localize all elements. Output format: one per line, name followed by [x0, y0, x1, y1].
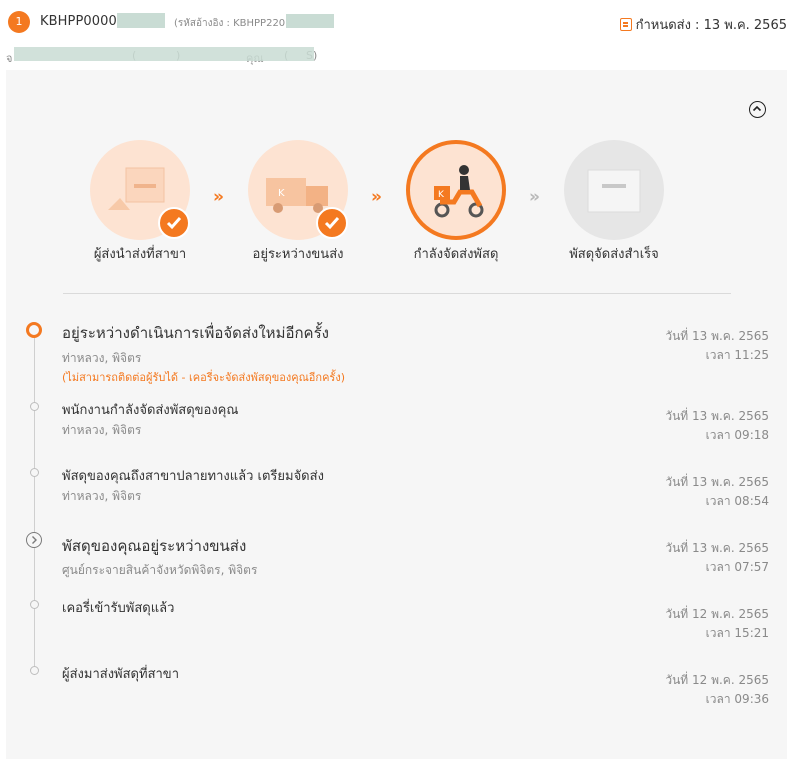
event-date: วันที่ 12 พ.ค. 2565 [665, 673, 769, 687]
svg-text:K: K [278, 188, 285, 199]
event-title: เคอรี่เข้ารับพัสดุแล้ว [62, 601, 175, 616]
timeline-transit-dot [26, 532, 42, 548]
event-title: ผู้ส่งมาส่งพัสดุที่สาขา [62, 667, 179, 682]
calendar-icon [619, 18, 632, 31]
check-icon [166, 217, 182, 230]
event-date: วันที่ 13 พ.ค. 2565 [665, 409, 769, 423]
chevron-right-icon [32, 536, 37, 544]
stage-label: พัสดุจัดส่งสำเร็จ [569, 247, 659, 262]
chevron-right-icon: » [213, 187, 224, 207]
event-time: เวลา 11:25 [705, 348, 769, 362]
chevron-up-icon [752, 105, 762, 112]
event-date: วันที่ 13 พ.ค. 2565 [665, 329, 769, 343]
event-location: ท่าหลวง, พิจิตร [62, 423, 142, 437]
due-date-label: กำหนดส่ง : 13 พ.ค. 2565 [635, 18, 787, 33]
stage-out-for-delivery-image: K [406, 140, 506, 240]
shipment-header: 1 KBHPP0000 (รหัสอ้างอิง : KBHPP220 กำหน… [0, 0, 797, 44]
timeline-dot [30, 666, 39, 675]
due-date: กำหนดส่ง : 13 พ.ค. 2565 [619, 14, 787, 35]
event-title: พัสดุของคุณถึงสาขาปลายทางแล้ว เตรียมจัดส… [62, 469, 324, 484]
redacted-block [286, 14, 334, 28]
chevron-right-icon: » [529, 187, 540, 207]
event-time: เวลา 07:57 [705, 560, 769, 574]
event-location: ศูนย์กระจายสินค้าจังหวัดพิจิตร, พิจิตร [62, 563, 258, 577]
shipment-index-badge: 1 [8, 11, 30, 33]
stage-done-badge [316, 207, 348, 239]
recipient-line: จ ( ) คุณ ( S) [6, 49, 317, 67]
redacted-block [14, 47, 314, 61]
parcel-box-icon [587, 169, 641, 213]
delivery-scooter-icon: K [434, 165, 484, 218]
reference-code: (รหัสอ้างอิง : KBHPP220 [174, 18, 286, 29]
event-note: (ไม่สามารถติดต่อผู้รับได้ - เคอรี่จะจัดส… [62, 371, 345, 384]
tracking-number: KBHPP0000 [40, 14, 117, 29]
event-title: อยู่ระหว่างดำเนินการเพื่อจัดส่งใหม่อีกคร… [62, 324, 329, 342]
recipient-prefix: จ [6, 52, 13, 65]
timeline-dot [30, 600, 39, 609]
collapse-button[interactable] [749, 101, 766, 118]
event-location: ท่าหลวง, พิจิตร [62, 351, 142, 365]
stage-label: ผู้ส่งนำส่งที่สาขา [93, 247, 187, 262]
divider [63, 293, 731, 294]
check-icon [324, 217, 340, 230]
event-date: วันที่ 13 พ.ค. 2565 [665, 475, 769, 489]
timeline-dot [30, 468, 39, 477]
stage-delivered-image [564, 140, 664, 240]
timeline-current-dot [26, 322, 42, 338]
event-title: พัสดุของคุณอยู่ระหว่างขนส่ง [62, 537, 247, 555]
event-location: ท่าหลวง, พิจิตร [62, 489, 142, 503]
event-time: เวลา 09:18 [705, 428, 769, 442]
redacted-block [117, 13, 165, 28]
timeline-dot [30, 402, 39, 411]
chevron-right-icon: » [371, 187, 382, 207]
timeline-line [34, 335, 35, 670]
event-date: วันที่ 12 พ.ค. 2565 [665, 607, 769, 621]
stage-label: กำลังจัดส่งพัสดุ [413, 247, 499, 262]
event-title: พนักงานกำลังจัดส่งพัสดุของคุณ [62, 403, 239, 418]
event-date: วันที่ 13 พ.ค. 2565 [665, 541, 769, 555]
tracking-panel: ผู้ส่งนำส่งที่สาขา » K อยู่ระหว่างขนส่ง … [6, 70, 787, 759]
stage-label: อยู่ระหว่างขนส่ง [252, 247, 344, 262]
event-time: เวลา 08:54 [705, 494, 769, 508]
event-time: เวลา 09:36 [705, 692, 769, 706]
event-time: เวลา 15:21 [705, 626, 769, 640]
stage-done-badge [158, 207, 190, 239]
